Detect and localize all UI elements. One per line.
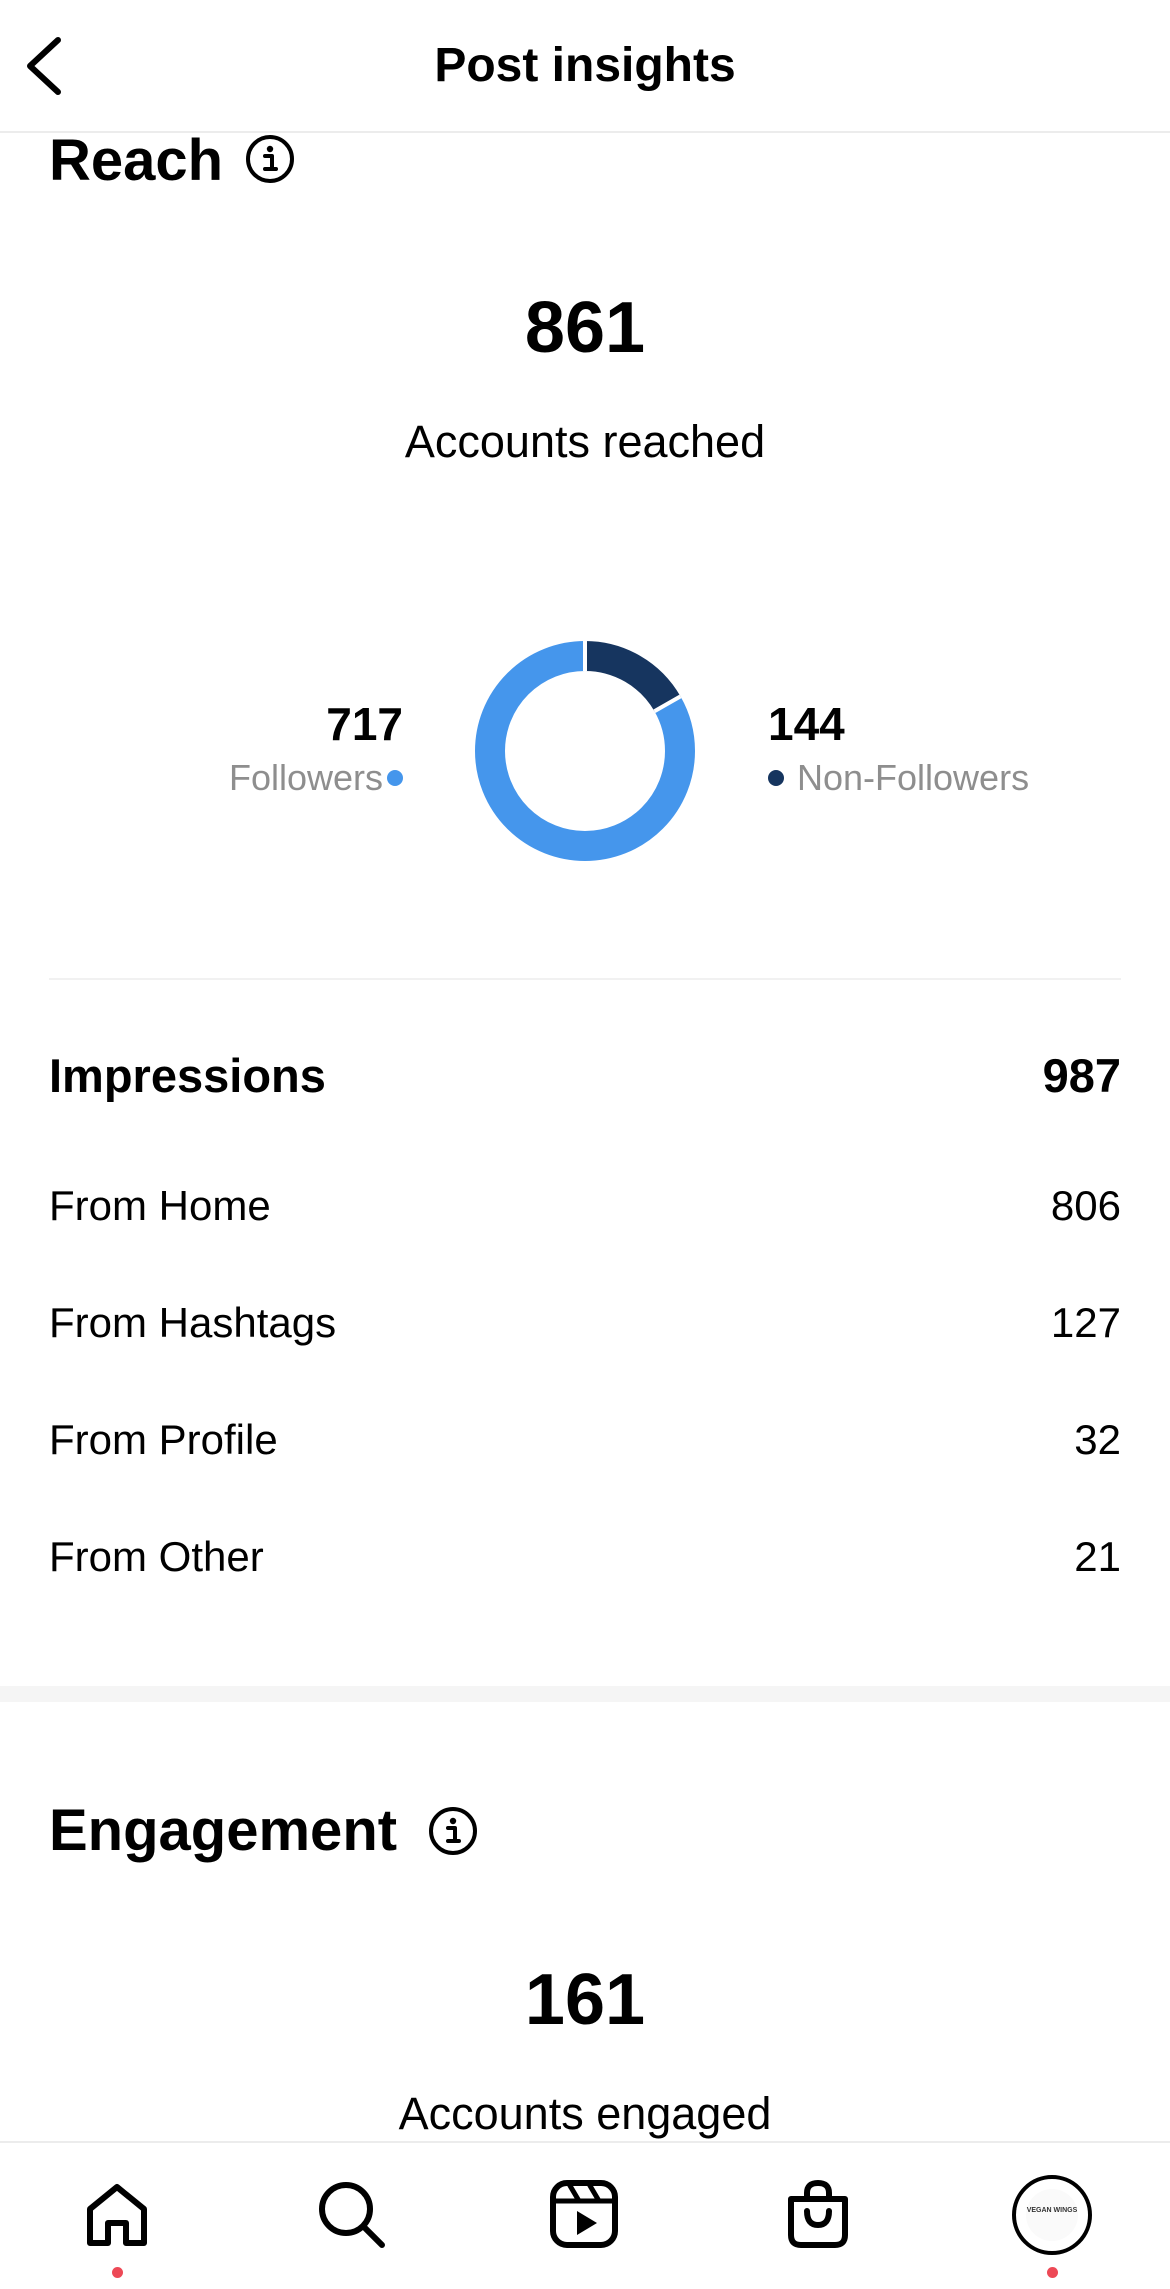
reach-info-button[interactable] (245, 134, 295, 184)
info-icon (429, 1807, 477, 1855)
impressions-total: 987 (1042, 1049, 1121, 1102)
engagement-info-button[interactable] (428, 1806, 478, 1856)
nav-shop[interactable] (758, 2143, 878, 2283)
section-separator (0, 1686, 1170, 1702)
page-title: Post insights (434, 39, 736, 92)
nav-reels[interactable] (524, 2143, 644, 2283)
reach-donut-chart (475, 641, 695, 861)
accounts-engaged-label: Accounts engaged (398, 2088, 772, 2139)
home-icon (87, 2184, 147, 2246)
impressions-row-label: From Profile (49, 1416, 278, 1463)
impressions-row-label: From Other (49, 1533, 264, 1580)
accounts-reached-label: Accounts reached (404, 416, 766, 467)
shop-icon (788, 2179, 848, 2248)
impressions-title: Impressions (49, 1049, 326, 1102)
avatar-logo-text: VEGAN WINGS (1026, 2207, 1078, 2214)
reach-title: Reach (49, 128, 224, 193)
non-followers-label: Non-Followers (797, 757, 1030, 798)
search-icon (319, 2182, 385, 2248)
info-icon (246, 135, 294, 183)
impressions-row: From Other 21 (49, 1527, 1121, 1587)
impressions-row: From Profile 32 (49, 1410, 1121, 1470)
bottom-nav: VEGAN WINGS (0, 2141, 1170, 2289)
profile-avatar: VEGAN WINGS (1012, 2175, 1092, 2255)
followers-count: 717 (326, 698, 403, 750)
reels-icon (550, 2180, 618, 2248)
home-notification-dot (112, 2267, 123, 2278)
nav-search[interactable] (291, 2143, 411, 2283)
followers-label: Followers (228, 757, 383, 798)
impressions-row-value: 21 (1074, 1533, 1121, 1580)
followers-dot (387, 770, 403, 786)
impressions-row-label: From Hashtags (49, 1299, 337, 1346)
nav-profile[interactable]: VEGAN WINGS (998, 2143, 1118, 2283)
impressions-row-value: 32 (1074, 1416, 1121, 1463)
impressions-row: From Hashtags 127 (49, 1293, 1121, 1353)
non-followers-count: 144 (768, 698, 845, 750)
impressions-row: From Home 806 (49, 1176, 1121, 1236)
nav-home[interactable] (57, 2143, 177, 2283)
accounts-engaged-count: 161 (524, 1960, 646, 2040)
avatar-logo: VEGAN WINGS (1026, 2189, 1078, 2241)
profile-notification-dot (1047, 2267, 1058, 2278)
non-followers-dot (768, 770, 784, 786)
impressions-row-value: 127 (1050, 1299, 1121, 1346)
engagement-title: Engagement (49, 1798, 398, 1863)
post-insights-screen: Post insights Reach 861 Accounts reached… (0, 0, 1170, 2289)
impressions-row-value: 806 (1050, 1182, 1121, 1229)
header: Post insights (0, 0, 1170, 133)
accounts-reached-count: 861 (524, 288, 646, 368)
impressions-header: Impressions 987 (49, 1046, 1121, 1106)
divider (49, 978, 1121, 980)
impressions-row-label: From Home (49, 1182, 271, 1229)
